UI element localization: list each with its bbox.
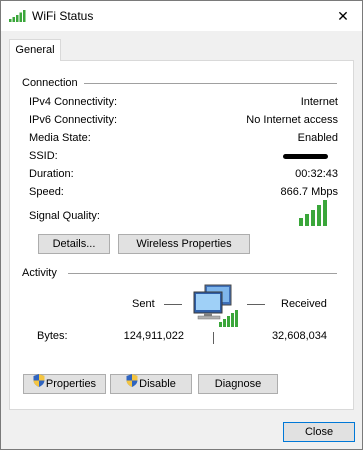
wifi-signal-icon [9, 9, 27, 25]
speed-label: Speed: [29, 186, 64, 198]
ipv4-label: IPv4 Connectivity: [29, 96, 118, 108]
bytes-sent-value: 124,911,022 [123, 330, 184, 342]
activity-group-title: Activity [22, 267, 57, 279]
ipv6-label: IPv6 Connectivity: [29, 114, 118, 126]
close-button[interactable]: Close [283, 422, 355, 442]
media-state-value: Enabled [297, 132, 338, 144]
uac-shield-icon [126, 373, 138, 393]
activity-divider [68, 273, 337, 274]
speed-value: 866.7 Mbps [280, 186, 338, 198]
window-title: WiFi Status [32, 9, 94, 23]
signal-bars-icon [299, 200, 327, 229]
sent-line [164, 304, 182, 305]
media-state-label: Media State: [29, 132, 91, 144]
disable-button[interactable]: Disable [110, 373, 192, 394]
bytes-label: Bytes: [37, 330, 68, 342]
close-icon[interactable]: ✕ [330, 5, 356, 27]
network-computer-icon [191, 284, 243, 333]
ipv4-value: Internet [300, 96, 338, 108]
title-bar: WiFi Status ✕ [1, 1, 362, 31]
received-line [247, 304, 265, 305]
bytes-received-value: 32,608,034 [271, 330, 327, 342]
properties-button[interactable]: Properties [23, 373, 106, 394]
duration-label: Duration: [29, 168, 74, 180]
uac-shield-icon [33, 373, 45, 393]
duration-value: 00:32:43 [295, 168, 338, 180]
sent-label: Sent [132, 298, 155, 310]
connection-divider [84, 83, 337, 84]
activity-separator [213, 332, 214, 344]
received-label: Received [281, 298, 327, 310]
connection-group-title: Connection [22, 77, 78, 89]
ssid-value-redacted [283, 154, 328, 159]
disable-button-label: Disable [139, 378, 176, 390]
ssid-label: SSID: [29, 150, 58, 162]
tab-general[interactable]: General [9, 39, 61, 61]
wireless-properties-button[interactable]: Wireless Properties [118, 234, 250, 254]
ipv6-value: No Internet access [246, 114, 338, 126]
details-button[interactable]: Details... [38, 234, 110, 254]
signal-quality-label: Signal Quality: [29, 210, 100, 222]
properties-button-label: Properties [45, 378, 97, 390]
wifi-status-dialog: WiFi Status ✕ General Connection IPv4 Co… [0, 0, 363, 450]
diagnose-button[interactable]: Diagnose [198, 374, 278, 394]
